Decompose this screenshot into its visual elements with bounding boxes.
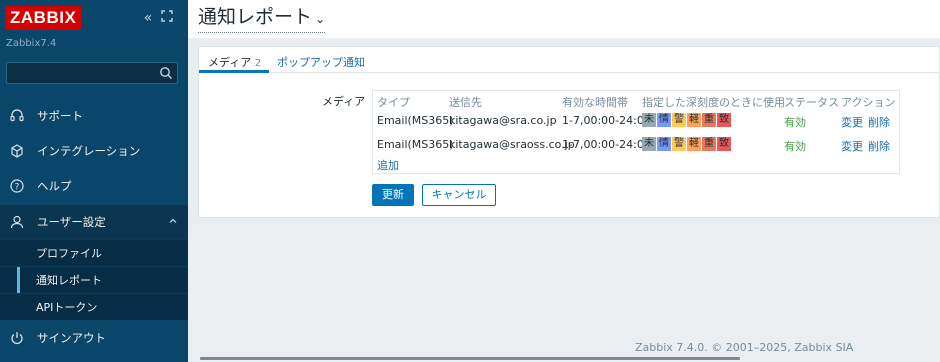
horizontal-scrollbar[interactable] xyxy=(200,357,740,360)
sidebar-item-user-settings[interactable]: ユーザー設定 xyxy=(0,205,188,239)
sidebar-subitem-api-tokens[interactable]: APIトークン xyxy=(0,293,188,320)
column-header-status: ステータス xyxy=(784,96,839,109)
sidebar-item-help[interactable]: ? ヘルプ xyxy=(0,169,188,203)
cancel-button[interactable]: キャンセル xyxy=(422,184,496,206)
severity-warning: 警 xyxy=(672,113,686,127)
sidebar: ZABBIX « Zabbix7.4 サポート インテグレーション ? ヘルプ … xyxy=(0,0,188,362)
media-form-label: メディア xyxy=(322,95,366,108)
footer-copyright: Zabbix 7.4.0. © 2001–2025, Zabbix SIA xyxy=(635,341,854,354)
headset-icon xyxy=(10,109,24,122)
help-icon: ? xyxy=(10,179,24,193)
power-icon xyxy=(11,332,23,345)
severity-indicators: 未 情 警 軽 重 致 xyxy=(642,113,732,127)
sidebar-item-support[interactable]: サポート xyxy=(0,99,188,133)
sidebar-subitem-profile[interactable]: プロファイル xyxy=(0,239,188,266)
severity-not-classified: 未 xyxy=(642,137,656,151)
column-header-action: アクション xyxy=(841,96,896,109)
sidebar-subitem-label: APIトークン xyxy=(36,301,98,314)
page-title-dropdown[interactable]: 通知レポート ⌄ xyxy=(198,5,326,33)
remove-media-link[interactable]: 削除 xyxy=(868,114,890,130)
edit-media-link[interactable]: 変更 xyxy=(841,138,863,154)
sidebar-subitem-label: 通知レポート xyxy=(36,274,102,287)
zabbix-logo[interactable]: ZABBIX xyxy=(5,6,82,30)
version-label: Zabbix7.4 xyxy=(6,38,57,49)
column-header-sendto: 送信先 xyxy=(449,96,482,109)
tab-media[interactable]: メディア 2 xyxy=(208,54,261,70)
severity-not-classified: 未 xyxy=(642,113,656,127)
column-header-severity: 指定した深刻度のときに使用 xyxy=(642,96,785,109)
severity-warning: 警 xyxy=(672,137,686,151)
tab-label: ポップアップ通知 xyxy=(277,56,365,69)
severity-average: 軽 xyxy=(687,137,701,151)
media-type-cell: Email(MS365) xyxy=(377,114,454,127)
sidebar-item-label: インテグレーション xyxy=(37,144,141,158)
collapse-sidebar-icon[interactable]: « xyxy=(139,9,157,27)
tab-bar: メディア 2 ポップアップ通知 xyxy=(199,47,940,73)
media-status-toggle[interactable]: 有効 xyxy=(784,138,806,154)
sidebar-subitem-notification-report[interactable]: 通知レポート xyxy=(0,266,188,294)
tab-count-badge: 2 xyxy=(254,58,262,69)
column-header-type: タイプ xyxy=(377,96,410,109)
update-button[interactable]: 更新 xyxy=(372,184,414,206)
user-icon xyxy=(10,215,24,229)
severity-information: 情 xyxy=(657,113,671,127)
tab-label: メディア xyxy=(208,56,252,69)
media-period-cell: 1-7,00:00-24:00 xyxy=(562,114,651,127)
kiosk-mode-icon[interactable] xyxy=(158,9,176,27)
edit-media-link[interactable]: 変更 xyxy=(841,114,863,130)
sidebar-item-label: サインアウト xyxy=(37,331,106,345)
media-status-toggle[interactable]: 有効 xyxy=(784,114,806,130)
sidebar-subitem-label: プロファイル xyxy=(36,247,102,260)
severity-high: 重 xyxy=(702,113,716,127)
remove-media-link[interactable]: 削除 xyxy=(868,138,890,154)
page-title: 通知レポート xyxy=(198,6,313,28)
svg-text:?: ? xyxy=(15,183,20,193)
media-sendto-cell: kitagawa@sraoss.co.jp xyxy=(449,138,575,151)
media-sendto-cell: kitagawa@sra.co.jp xyxy=(449,114,557,127)
severity-average: 軽 xyxy=(687,113,701,127)
search-input[interactable] xyxy=(6,62,178,84)
sidebar-item-sign-out[interactable]: サインアウト xyxy=(0,321,188,355)
sidebar-item-label: ユーザー設定 xyxy=(37,215,106,229)
sidebar-item-label: ヘルプ xyxy=(37,179,72,193)
media-period-cell: 1-7,00:00-24:00 xyxy=(562,138,651,151)
severity-information: 情 xyxy=(657,137,671,151)
sidebar-item-label: サポート xyxy=(37,109,83,123)
severity-indicators: 未 情 警 軽 重 致 xyxy=(642,137,732,151)
sidebar-item-integrations[interactable]: インテグレーション xyxy=(0,134,188,168)
page-header: 通知レポート ⌄ xyxy=(188,0,940,38)
tab-popup-notifications[interactable]: ポップアップ通知 xyxy=(277,54,365,70)
active-tab-indicator xyxy=(199,70,269,73)
media-type-cell: Email(MS365) xyxy=(377,138,454,151)
cube-icon xyxy=(11,144,23,158)
add-media-link[interactable]: 追加 xyxy=(377,157,399,173)
severity-disaster: 致 xyxy=(717,113,731,127)
severity-high: 重 xyxy=(702,137,716,151)
search-icon[interactable] xyxy=(159,66,173,80)
column-header-period: 有効な時間帯 xyxy=(562,96,628,109)
chevron-up-icon xyxy=(169,218,177,223)
chevron-down-icon: ⌄ xyxy=(315,12,326,26)
severity-disaster: 致 xyxy=(717,137,731,151)
